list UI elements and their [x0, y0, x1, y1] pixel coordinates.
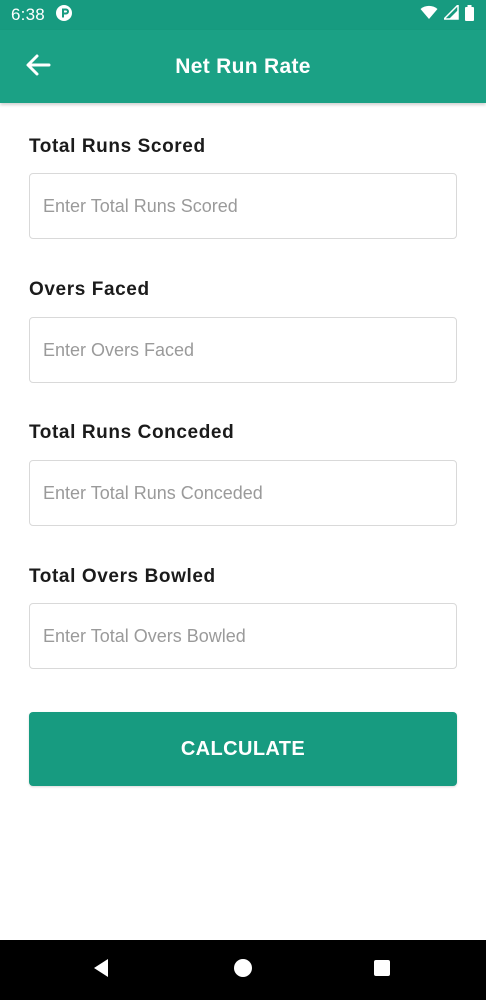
calculate-button[interactable]: CALCULATE [29, 712, 457, 786]
wifi-icon [420, 5, 438, 25]
status-right [420, 3, 474, 26]
overs-faced-input[interactable] [29, 317, 457, 383]
nav-back-button[interactable] [81, 950, 121, 990]
status-left: 6:38 [11, 4, 73, 27]
total-runs-scored-label: Total Runs Scored [29, 136, 206, 157]
page-title: Net Run Rate [175, 54, 311, 78]
status-bar: 6:38 [0, 0, 486, 30]
nav-home-button[interactable] [223, 950, 263, 990]
status-time: 6:38 [11, 5, 45, 24]
app-notification-icon [55, 4, 73, 27]
signal-icon [442, 3, 459, 25]
arrow-left-icon [25, 53, 51, 82]
total-runs-scored-input[interactable] [29, 173, 457, 239]
total-overs-bowled-input[interactable] [29, 603, 457, 669]
back-triangle-icon [92, 958, 110, 983]
total-overs-bowled-label: Total Overs Bowled [29, 566, 216, 587]
nav-recents-button[interactable] [362, 950, 402, 990]
battery-icon [465, 4, 474, 26]
recents-square-icon [373, 959, 391, 982]
home-circle-icon [233, 958, 253, 983]
total-runs-conceded-label: Total Runs Conceded [29, 422, 235, 443]
total-runs-conceded-input[interactable] [29, 460, 457, 526]
app-bar: Net Run Rate [0, 30, 486, 103]
system-nav-bar [0, 940, 486, 1000]
back-button[interactable] [14, 43, 62, 91]
overs-faced-label: Overs Faced [29, 279, 150, 300]
